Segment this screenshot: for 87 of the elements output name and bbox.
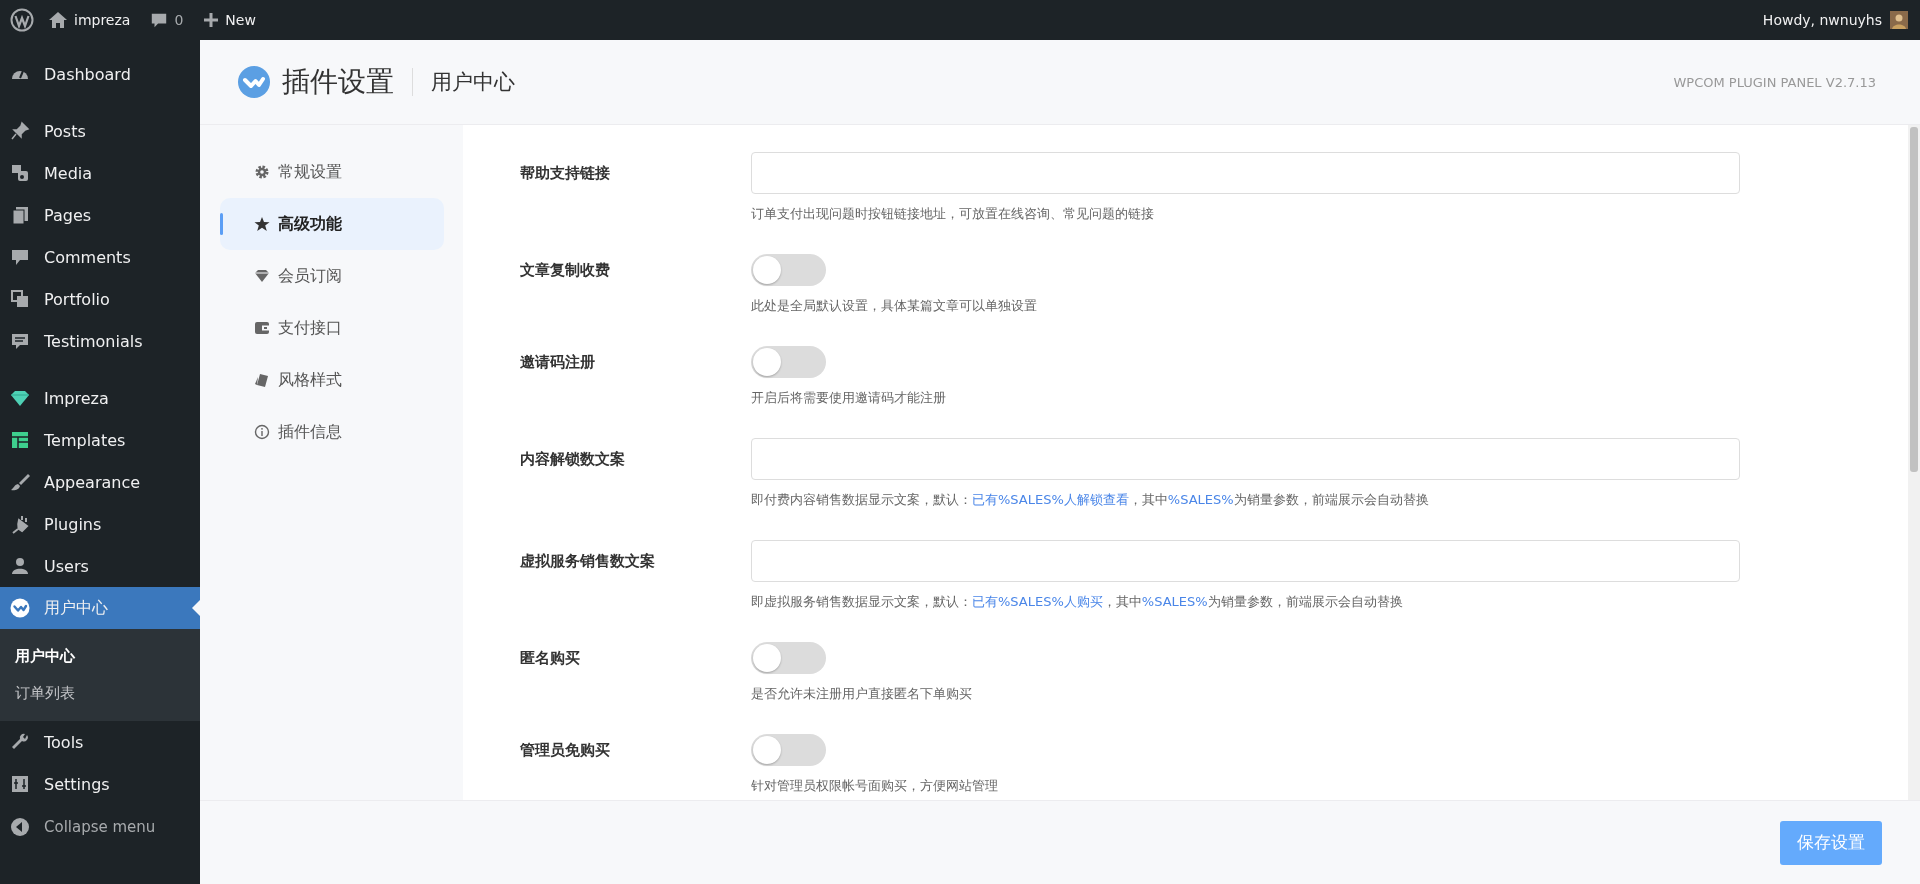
collapse-icon [10,817,30,837]
nav-tab[interactable]: 支付接口 [220,302,444,354]
field-label: 内容解锁数文案 [520,449,626,469]
menu-item[interactable]: Pages [0,194,200,236]
description-link[interactable]: 已有%SALES%人解锁查看 [972,492,1129,507]
user-icon [10,556,30,576]
wrench-icon [10,732,30,752]
grid-icon [10,430,30,450]
field-description: 订单支付出现问题时按钮链接地址，可放置在线咨询、常见问题的链接 [751,205,1155,223]
menu-item[interactable]: Plugins [0,503,200,545]
nav-tab[interactable]: 插件信息 [220,406,444,458]
field-label: 匿名购买 [520,648,581,668]
field-label: 管理员免购买 [520,740,611,760]
menu-item[interactable]: Comments [0,236,200,278]
comment-count: 0 [174,12,184,28]
comments-link[interactable]: 0 [144,11,190,29]
nav-tab[interactable]: 会员订阅 [220,250,444,302]
info-icon [254,424,270,440]
cards-icon [254,372,270,388]
field-description: 此处是全局默认设置，具体某篇文章可以单独设置 [751,297,1038,315]
portfolio-icon [10,289,30,309]
input-field[interactable] [751,540,1740,582]
menu-item[interactable]: Portfolio [0,278,200,320]
field-description: 针对管理员权限帐号面购买，方便网站管理 [751,777,999,795]
plug-icon [10,514,30,534]
menu-item[interactable]: Appearance [0,461,200,503]
wallet-icon [254,320,270,336]
star-icon [254,216,270,232]
field-label: 帮助支持链接 [520,163,611,183]
speech-bubble-icon [10,247,30,267]
description-link[interactable]: %SALES% [1167,492,1234,507]
scrollbar[interactable] [1908,125,1920,800]
menu-item[interactable]: Impreza [0,377,200,419]
greeting[interactable]: Howdy, nwnuyhs [1762,12,1882,28]
menu-item[interactable]: Dashboard [0,53,200,95]
home-icon [48,10,68,30]
logo-icon[interactable] [10,8,34,32]
field-description: 开启后将需要使用邀请码才能注册 [751,389,947,407]
toggle-switch[interactable] [751,734,826,766]
panel-title: 插件设置 [282,64,394,100]
menu-item[interactable]: Users [0,545,200,587]
toggle-switch[interactable] [751,346,826,378]
description-link[interactable]: %SALES% [1141,594,1208,609]
new-link[interactable]: New [197,12,262,28]
pushpin-icon [10,121,30,141]
menu-item[interactable]: Templates [0,419,200,461]
field-description: 即虚拟服务销售数据显示文案，默认：已有%SALES%人购买，其中%SALES%为销量参数，前端展示会自动替换 [751,593,1404,611]
menu-item[interactable]: Media [0,152,200,194]
diamond-icon [254,268,270,284]
logo-icon [238,66,270,98]
message-icon [10,331,30,351]
input-field[interactable] [751,438,1740,480]
gear-icon [254,164,270,180]
media-icon [10,163,30,183]
sliders-icon [10,774,30,794]
avatar [1890,11,1908,29]
field-description: 即付费内容销售数据显示文案，默认：已有%SALES%人解锁查看，其中%SALES%为销量参数，前端展示会自动替换 [751,491,1430,509]
version-label: WPCOM PLUGIN PANEL V2.7.13 [1673,74,1876,90]
nav-tab[interactable]: 常规设置 [220,146,444,198]
nav-tab[interactable]: 风格样式 [220,354,444,406]
paintbrush-icon [10,472,30,492]
speech-bubble-icon [150,11,169,29]
input-field[interactable] [751,152,1740,194]
menu-item[interactable]: Settings [0,763,200,805]
field-description: 是否允许未注册用户直接匿名下单购买 [751,685,973,703]
submenu-item[interactable]: 订单列表 [0,675,200,712]
site-name: impreza [74,12,131,28]
menu-item[interactable]: Testimonials [0,320,200,362]
field-label: 虚拟服务销售数文案 [520,551,656,571]
menu-item[interactable]: Posts [0,110,200,152]
field-label: 邀请码注册 [520,352,596,372]
panel-subtitle: 用户中心 [431,69,516,96]
pages-icon [10,205,30,225]
site-link[interactable]: impreza [42,10,137,30]
new-label: New [225,12,256,28]
gem-icon [10,388,30,408]
menu-item[interactable]: Tools [0,721,200,763]
nav-tab[interactable]: 高级功能 [220,198,444,250]
field-label: 文章复制收费 [520,260,611,280]
submenu-item[interactable]: 用户中心 [0,638,200,675]
toggle-switch[interactable] [751,254,826,286]
logo-icon [10,598,30,618]
collapse-menu-button[interactable]: Collapse menu [0,806,200,848]
description-link[interactable]: 已有%SALES%人购买 [972,594,1103,609]
plus-icon [203,12,220,28]
menu-item[interactable]: 用户中心 [0,587,200,629]
toggle-switch[interactable] [751,642,826,674]
